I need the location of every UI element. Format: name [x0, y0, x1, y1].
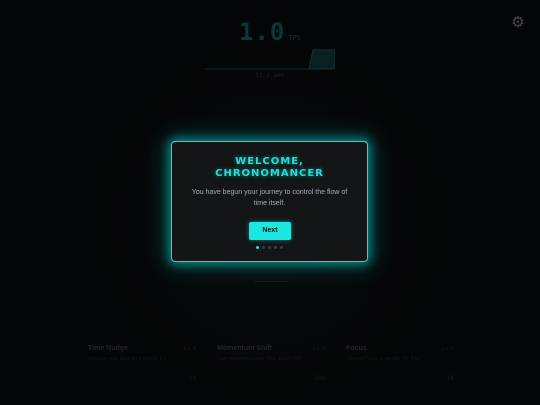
step-dot [268, 246, 271, 249]
step-dot [280, 246, 283, 249]
dialog-title-line2: CHRONOMANCER [215, 168, 324, 179]
step-indicator [172, 246, 367, 249]
welcome-dialog: WELCOME, CHRONOMANCER You have begun you… [171, 141, 368, 262]
next-button[interactable]: Next [249, 222, 291, 240]
dialog-title-line1: WELCOME, [235, 156, 304, 167]
step-dot [274, 246, 277, 249]
dialog-title: WELCOME, CHRONOMANCER [172, 156, 367, 180]
dialog-body: You have begun your journey to control t… [191, 189, 348, 207]
step-dot [256, 246, 259, 249]
step-dot [262, 246, 265, 249]
